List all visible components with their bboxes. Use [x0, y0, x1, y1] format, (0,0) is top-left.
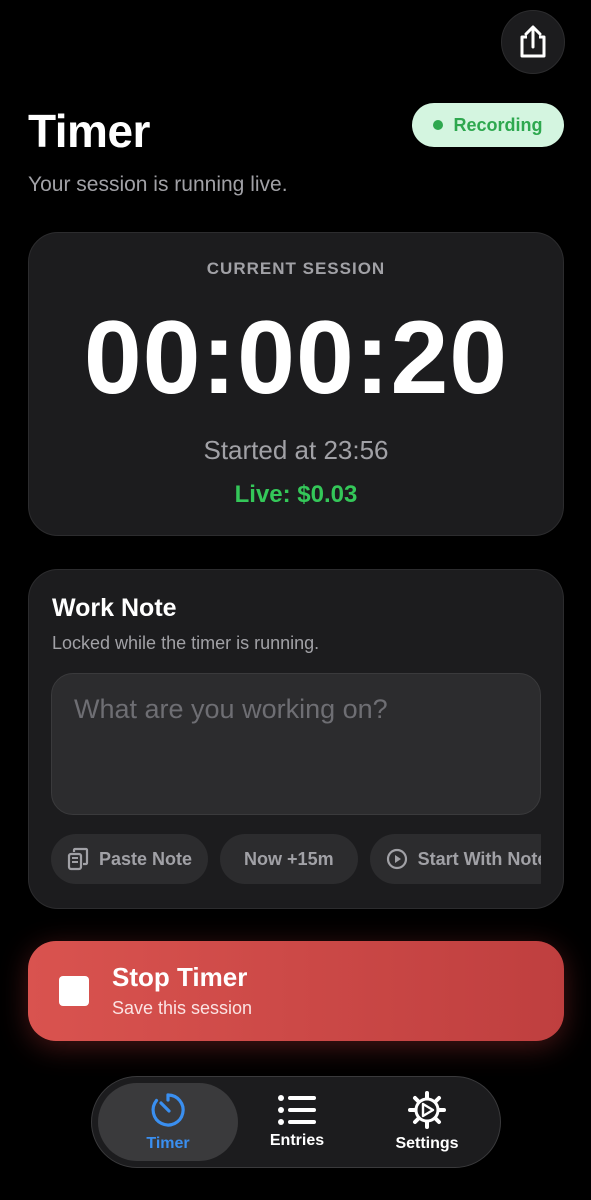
recording-status-badge: Recording [412, 103, 564, 147]
current-session-card: CURRENT SESSION 00:00:20 Started at 23:5… [28, 232, 564, 536]
tab-settings-label: Settings [395, 1135, 459, 1152]
stop-timer-button[interactable]: Stop Timer Save this session [28, 941, 564, 1041]
page-title: Timer [28, 105, 150, 157]
stop-timer-subtitle: Save this session [112, 998, 253, 1018]
work-note-card: Work Note Locked while the timer is runn… [28, 569, 564, 909]
start-with-note-label: Start With Note [417, 848, 541, 869]
work-note-title: Work Note [52, 594, 177, 622]
now-plus-15m-button[interactable]: Now +15m [220, 834, 358, 884]
tab-entries-label: Entries [269, 1132, 325, 1149]
start-with-note-button[interactable]: Start With Note [369, 834, 541, 884]
work-note-subtitle: Locked while the timer is running. [52, 633, 320, 653]
page-subtitle: Your session is running live. [28, 173, 288, 196]
play-circle-icon [386, 848, 407, 870]
tab-entries[interactable]: Entries [242, 1083, 352, 1161]
status-badge-label: Recording [453, 114, 543, 135]
tab-timer[interactable]: Timer [98, 1083, 238, 1161]
clipboard-icon [67, 847, 89, 871]
now-plus-15m-label: Now +15m [244, 848, 334, 869]
tab-settings[interactable]: Settings [372, 1083, 482, 1161]
gear-icon [408, 1091, 446, 1129]
paste-note-button[interactable]: Paste Note [51, 834, 209, 884]
timer-icon [151, 1093, 185, 1127]
recording-dot-icon [433, 120, 444, 130]
tab-timer-label: Timer [146, 1135, 190, 1152]
list-icon [278, 1095, 316, 1125]
stop-timer-title: Stop Timer [112, 962, 248, 992]
share-icon [520, 25, 546, 58]
elapsed-time: 00:00:20 [83, 300, 509, 416]
live-earnings: Live: $0.03 [234, 481, 358, 508]
stop-square-icon [59, 976, 89, 1006]
note-action-chips: Paste Note Now +15m Start With Note [51, 834, 541, 884]
work-note-input[interactable] [51, 673, 541, 815]
paste-note-label: Paste Note [99, 848, 193, 869]
tab-bar: Timer Entries Settings [91, 1076, 501, 1168]
share-button[interactable] [501, 10, 565, 74]
session-start-time: Started at 23:56 [203, 435, 389, 465]
session-label: CURRENT SESSION [206, 259, 386, 278]
